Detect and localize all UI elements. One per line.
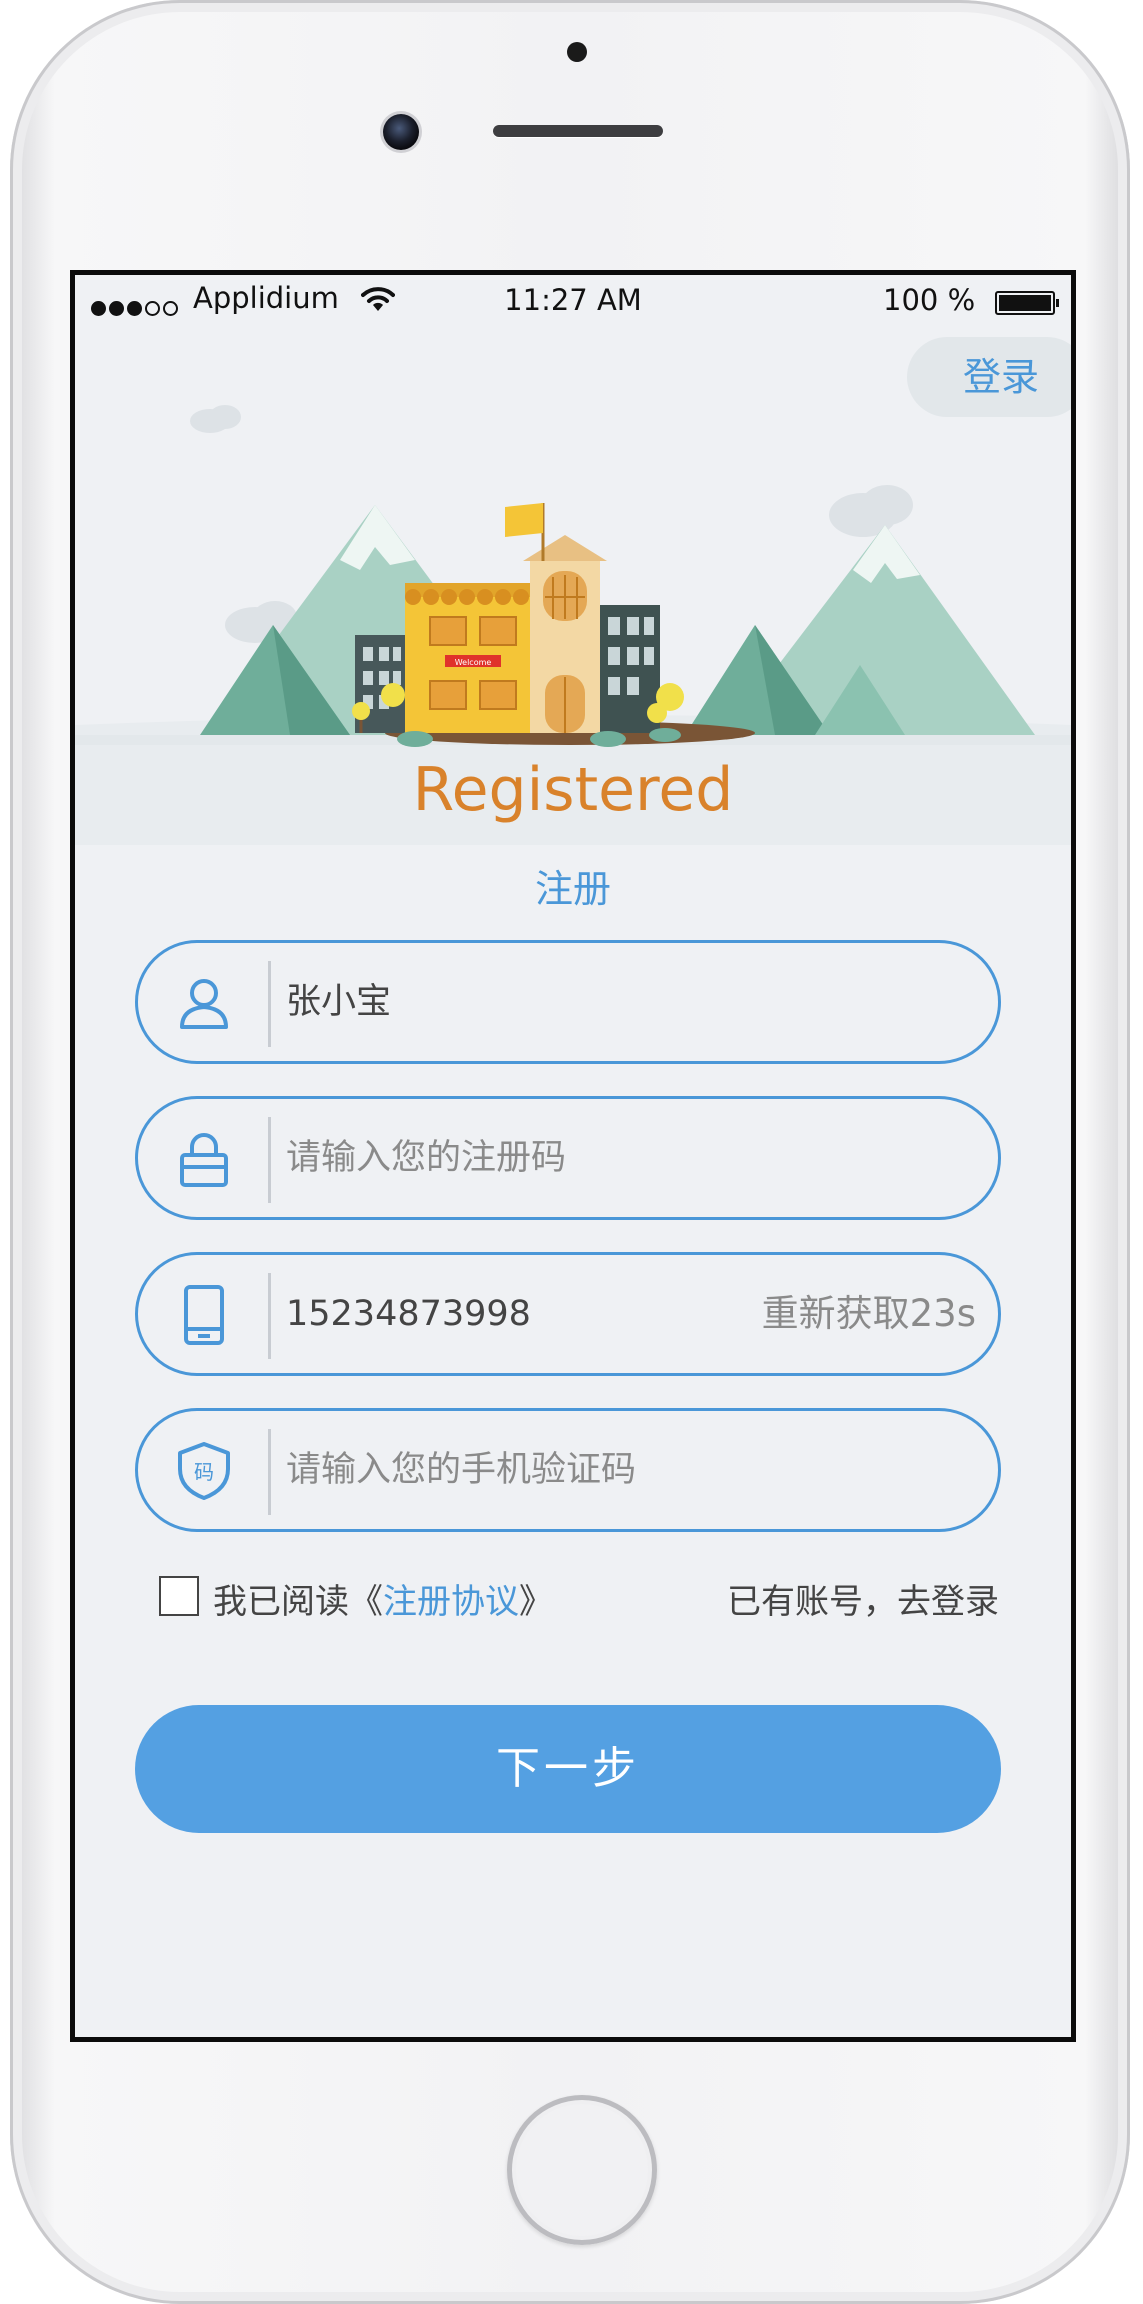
battery-icon	[995, 291, 1059, 315]
agreement-link[interactable]: 注册协议	[383, 1582, 519, 1622]
resend-code-button[interactable]: 重新获取23s	[762, 1255, 976, 1373]
status-bar: Applidium 11:27 AM 100 %	[75, 275, 1071, 327]
shield-code-text: 码	[194, 1460, 214, 1484]
username-input[interactable]: 张小宝	[286, 943, 391, 1061]
earpiece-speaker	[493, 125, 663, 137]
page-title: Registered	[412, 755, 734, 825]
field-divider	[268, 1117, 271, 1203]
registration-code-field[interactable]: 请输入您的注册码	[135, 1096, 1001, 1220]
phone-field[interactable]: 15234873998 重新获取23s	[135, 1252, 1001, 1376]
agreement-suffix: 》	[519, 1582, 553, 1622]
registration-code-input[interactable]: 请输入您的注册码	[286, 1099, 566, 1217]
verification-code-field[interactable]: 码 请输入您的手机验证码	[135, 1408, 1001, 1532]
home-button[interactable]	[507, 2095, 657, 2245]
phone-icon	[184, 1285, 224, 1345]
username-field[interactable]: 张小宝	[135, 940, 1001, 1064]
proximity-sensor	[567, 42, 587, 62]
verification-code-input[interactable]: 请输入您的手机验证码	[286, 1411, 636, 1529]
battery-percentage: 100 %	[883, 283, 976, 317]
welcome-sign: Welcome	[455, 658, 492, 667]
agreement-prefix: 我已阅读《	[213, 1582, 383, 1622]
shield-code-icon: 码	[178, 1442, 230, 1500]
next-step-button[interactable]: 下一步	[135, 1705, 1001, 1833]
user-icon	[180, 979, 228, 1029]
field-divider	[268, 961, 271, 1047]
page-subtitle: 注册	[534, 867, 611, 911]
lock-icon	[180, 1133, 228, 1187]
phone-input[interactable]: 15234873998	[286, 1255, 531, 1373]
agreement-row: 我已阅读《注册协议》 已有账号，去登录	[159, 1572, 999, 1622]
go-login-link[interactable]: 已有账号，去登录	[727, 1574, 999, 1623]
app-screen: Applidium 11:27 AM 100 % 登录 Welcome Regi…	[70, 270, 1076, 2042]
front-camera	[383, 114, 419, 150]
field-divider	[268, 1429, 271, 1515]
agreement-checkbox[interactable]	[159, 1576, 199, 1616]
agreement-text: 我已阅读《注册协议》	[213, 1574, 553, 1623]
field-divider	[268, 1273, 271, 1359]
